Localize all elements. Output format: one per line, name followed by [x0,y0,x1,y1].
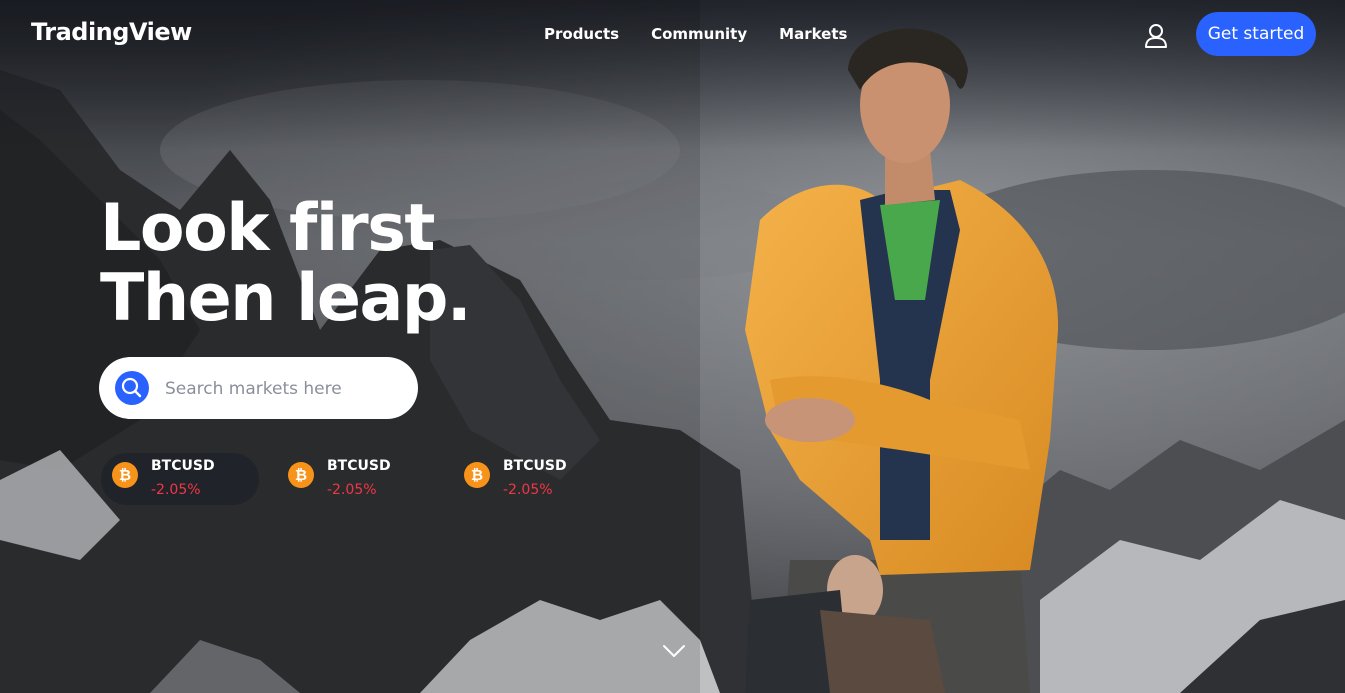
chevron-down-icon[interactable] [662,643,686,659]
nav-community[interactable]: Community [651,25,747,43]
bitcoin-icon: ₿ [288,462,314,488]
ticker-symbol: BTCUSD [151,458,215,474]
nav-markets[interactable]: Markets [779,25,847,43]
headline-line-1: Look first [100,191,435,266]
ticker-card[interactable]: ₿ BTCUSD -2.05% [101,453,259,505]
ticker-card[interactable]: ₿ BTCUSD -2.05% [277,453,435,505]
headline-line-2: Then leap. [100,261,472,336]
ticker-change: -2.05% [503,482,553,498]
bitcoin-icon: ₿ [112,462,138,488]
user-icon[interactable] [1143,23,1169,49]
hero-headline: Look first Then leap. [100,191,472,336]
ticker-change: -2.05% [151,482,201,498]
ticker-card[interactable]: ₿ BTCUSD -2.05% [453,453,611,505]
main-nav: Products Community Markets [544,25,847,43]
tradingview-logo[interactable]: TradingView [31,18,192,46]
hero-background-photo [0,0,1345,693]
nav-products[interactable]: Products [544,25,619,43]
bitcoin-icon: ₿ [464,462,490,488]
market-search-box[interactable] [99,357,418,419]
get-started-button[interactable]: Get started [1196,12,1316,56]
ticker-symbol: BTCUSD [327,458,391,474]
search-icon[interactable] [115,371,149,405]
ticker-change: -2.05% [327,482,377,498]
ticker-list: ₿ BTCUSD -2.05% ₿ BTCUSD -2.05% ₿ BTCUSD… [101,453,629,505]
ticker-symbol: BTCUSD [503,458,567,474]
search-input[interactable] [163,374,397,404]
site-header: TradingView Products Community Markets G… [0,0,1345,70]
